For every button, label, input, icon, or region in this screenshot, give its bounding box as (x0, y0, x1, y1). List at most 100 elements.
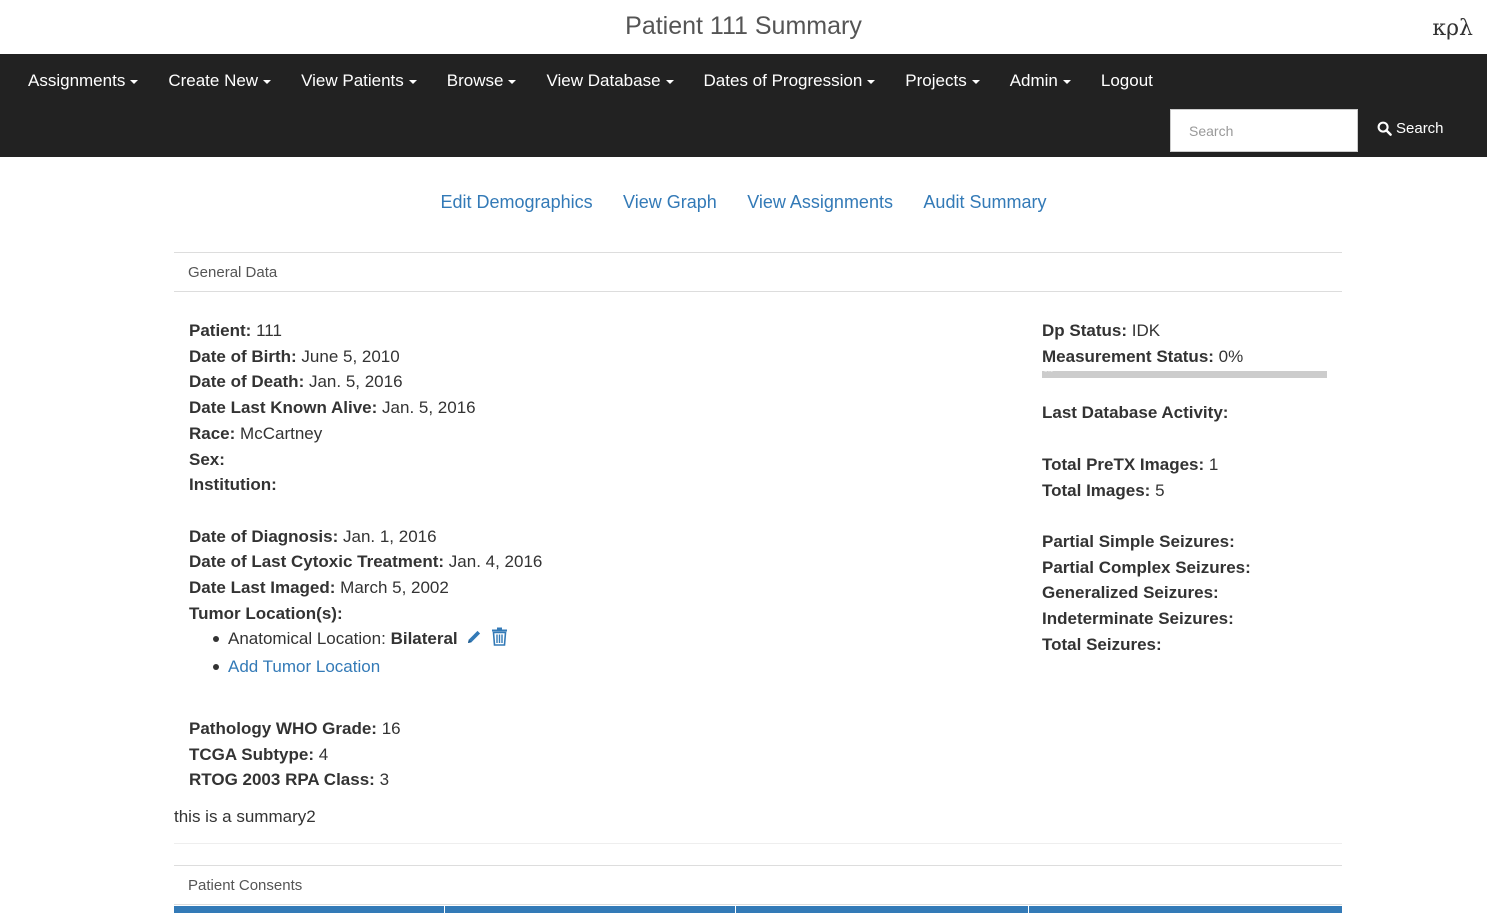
nav-view-patients[interactable]: View Patients (286, 68, 432, 94)
nav-projects[interactable]: Projects (890, 68, 994, 94)
general-data-panel: General Data (174, 252, 1342, 292)
last-activity-row: Last Database Activity: (1042, 400, 1332, 426)
divider (174, 843, 1342, 844)
field-label: Total Images: (1042, 480, 1151, 500)
field-value: Jan. 4, 2016 (448, 552, 543, 572)
field-label: Tumor Location(s): (189, 603, 343, 623)
field-value: Jan. 5, 2016 (308, 372, 403, 392)
last-imaged-row: Date Last Imaged: March 5, 2002 (189, 575, 969, 601)
pencil-icon[interactable] (465, 628, 483, 654)
nav-browse[interactable]: Browse (432, 68, 532, 94)
add-tumor-location-link[interactable]: Add Tumor Location (228, 657, 380, 676)
search-button[interactable]: Search (1377, 120, 1444, 137)
tumor-location-prefix: Anatomical Location: (228, 629, 386, 649)
trash-icon[interactable] (491, 627, 508, 654)
nav-logout[interactable]: Logout (1086, 68, 1168, 94)
audit-summary-link[interactable]: Audit Summary (923, 192, 1046, 212)
who-grade-row: Pathology WHO Grade: 16 (189, 716, 969, 742)
nav-admin[interactable]: Admin (995, 68, 1086, 94)
nav-label: Dates of Progression (703, 71, 863, 90)
list-item: Add Tumor Location (213, 654, 969, 680)
field-value: 0% (1218, 346, 1244, 366)
institution-row: Institution: (189, 472, 969, 498)
indeterminate-row: Indeterminate Seizures: (1042, 606, 1332, 632)
consents-table-header (174, 906, 1342, 913)
last-alive-row: Date Last Known Alive: Jan. 5, 2016 (189, 395, 969, 421)
field-label: RTOG 2003 RPA Class: (189, 770, 375, 790)
panel-heading: Patient Consents (174, 866, 1342, 905)
view-graph-link[interactable]: View Graph (623, 192, 717, 212)
patient-actions: Edit Demographics View Graph View Assign… (0, 192, 1487, 213)
nav-label: View Patients (301, 71, 404, 90)
total-seizures-row: Total Seizures: (1042, 632, 1332, 658)
nav-menu: Assignments Create New View Patients Bro… (13, 68, 1168, 94)
patient-details: Patient: 111 Date of Birth: June 5, 2010… (189, 318, 969, 793)
page-title: Patient 111 Summary (625, 12, 862, 40)
field-label: Sex: (189, 449, 225, 469)
search-button-label: Search (1396, 120, 1444, 137)
total-images-row: Total Images: 5 (1042, 478, 1332, 504)
field-label: Race: (189, 423, 236, 443)
tumor-locations-label: Tumor Location(s): (189, 601, 969, 627)
view-assignments-link[interactable]: View Assignments (747, 192, 893, 212)
caret-down-icon (867, 79, 876, 84)
nav-view-database[interactable]: View Database (531, 68, 688, 94)
field-label: Patient: (189, 321, 252, 340)
caret-down-icon (508, 79, 517, 84)
field-label: Date of Diagnosis: (189, 526, 339, 546)
nav-label: Assignments (28, 71, 126, 90)
table-header-cell (174, 906, 445, 913)
field-label: Total Seizures: (1042, 634, 1162, 654)
search-icon (1377, 121, 1392, 136)
rtog-row: RTOG 2003 RPA Class: 3 (189, 767, 969, 793)
field-value: 16 (381, 718, 401, 738)
field-value: Jan. 1, 2016 (342, 526, 437, 546)
caret-down-icon (130, 79, 139, 84)
list-item: Anatomical Location: Bilateral (213, 626, 969, 654)
field-label: Partial Complex Seizures: (1042, 557, 1251, 577)
nav-label: View Database (546, 71, 661, 90)
dp-status-row: Dp Status: IDK (1042, 318, 1332, 344)
cytoxic-row: Date of Last Cytoxic Treatment: Jan. 4, … (189, 549, 969, 575)
diagnosis-row: Date of Diagnosis: Jan. 1, 2016 (189, 524, 969, 550)
search-input[interactable] (1170, 109, 1358, 152)
field-label: Pathology WHO Grade: (189, 718, 377, 738)
field-value: 1 (1208, 454, 1219, 474)
table-header-cell (445, 906, 736, 913)
table-header-cell (1029, 906, 1342, 913)
caret-down-icon (263, 79, 272, 84)
dob-row: Date of Birth: June 5, 2010 (189, 344, 969, 370)
measurement-status-row: Measurement Status: 0% (1042, 344, 1332, 370)
sex-row: Sex: (189, 447, 969, 473)
field-value: 4 (318, 744, 329, 764)
progress-label: 0% (1044, 368, 1053, 375)
pretx-images-row: Total PreTX Images: 1 (1042, 452, 1332, 478)
navbar: Assignments Create New View Patients Bro… (0, 54, 1487, 157)
field-label: Measurement Status: (1042, 346, 1214, 366)
measurement-progress-bar: 0% (1042, 368, 1327, 379)
nav-label: Projects (905, 71, 967, 90)
tumor-location-value: Bilateral (390, 629, 458, 649)
field-value: 111 (256, 321, 282, 340)
nav-label: Admin (1009, 71, 1058, 90)
nav-create-new[interactable]: Create New (153, 68, 286, 94)
field-label: Date Last Imaged: (189, 578, 336, 598)
edit-demographics-link[interactable]: Edit Demographics (441, 192, 593, 212)
field-value: March 5, 2002 (340, 578, 449, 598)
field-value: 3 (379, 770, 390, 790)
partial-complex-row: Partial Complex Seizures: (1042, 555, 1332, 581)
brand-logo[interactable]: κρλ (1432, 16, 1473, 41)
nav-assignments[interactable]: Assignments (13, 68, 153, 94)
nav-label: Create New (168, 71, 259, 90)
field-label: Date of Death: (189, 372, 305, 392)
field-value: IDK (1131, 321, 1161, 340)
tcga-row: TCGA Subtype: 4 (189, 742, 969, 768)
nav-dates-of-progression[interactable]: Dates of Progression (689, 68, 891, 94)
top-header: Patient 111 Summary κρλ (0, 0, 1487, 54)
race-row: Race: McCartney (189, 421, 969, 447)
field-label: Last Database Activity: (1042, 403, 1229, 423)
